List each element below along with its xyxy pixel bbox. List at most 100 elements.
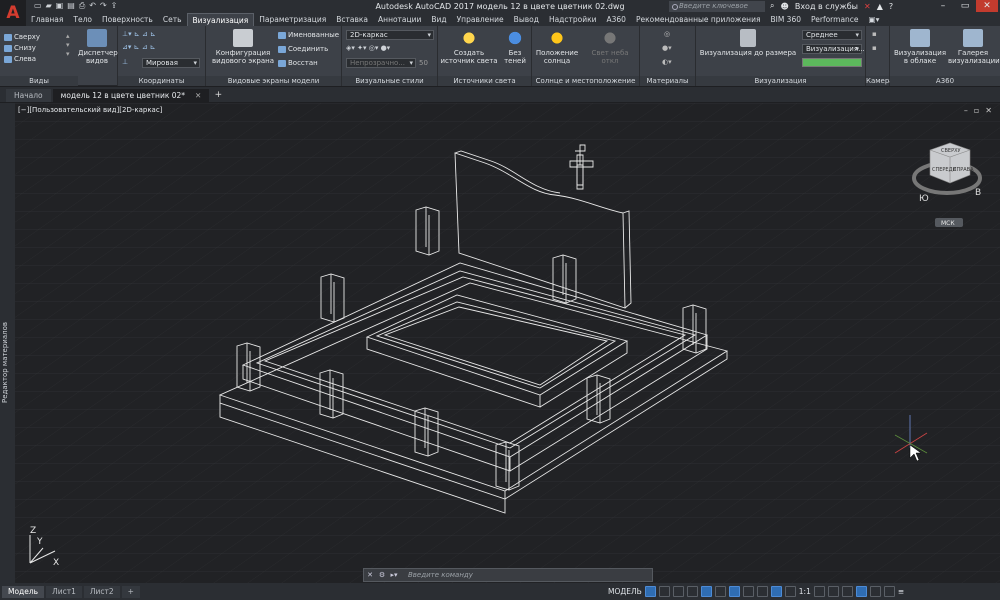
new-tab-button[interactable]: + [211, 89, 225, 102]
annotation-visibility-icon[interactable] [770, 586, 782, 597]
view-top[interactable]: Сверху [4, 33, 40, 42]
hardware-accel-icon[interactable] [869, 586, 881, 597]
workspace-switch-icon[interactable] [813, 586, 825, 597]
tab-addins[interactable]: Надстройки [544, 13, 602, 26]
snap-toggle-icon[interactable] [658, 586, 670, 597]
command-input[interactable]: Введите команду [408, 571, 473, 579]
ribbon-toggle-icon[interactable]: ▣▾ [864, 13, 885, 26]
ucs-dropdown[interactable]: Мировая [142, 58, 200, 68]
osnap-tracking-icon[interactable] [714, 586, 726, 597]
named-viewports-button[interactable]: Именованные [278, 31, 339, 40]
ucs-icons-row2[interactable]: ⊿▾ ⊾ ⊿ ⊾ [122, 43, 156, 52]
add-layout-button[interactable]: + [121, 585, 140, 598]
materials-map-icon[interactable]: ◐▾ [662, 58, 672, 67]
search-input[interactable]: Введите ключевое слово/фразу [669, 1, 765, 21]
tab-performance[interactable]: Performance [806, 13, 864, 26]
sky-off-button[interactable]: Свет неба откл [582, 29, 638, 65]
tab-annotate[interactable]: Аннотации [373, 13, 426, 26]
tab-insert[interactable]: Вставка [331, 13, 373, 26]
polar-toggle-icon[interactable] [686, 586, 698, 597]
render-gallery-button[interactable]: Галерея визуализации [948, 29, 1000, 65]
render-cloud-button[interactable]: Визуализация в облаке [894, 29, 946, 65]
camera-icon[interactable]: ▪ [872, 30, 877, 39]
viewport-controls-label[interactable]: [−][Пользовательский вид][2D-каркас] [18, 106, 162, 114]
cmd-settings-icon[interactable]: ⚙ [376, 571, 388, 579]
viewport-restore-icon[interactable]: ▫ [974, 106, 979, 115]
tab-current-drawing[interactable]: модель 12 в цвете цветник 02* ✕ [52, 89, 210, 102]
layout-tab-sheet1[interactable]: Лист1 [46, 585, 82, 598]
help-button[interactable]: ? [889, 2, 893, 11]
cmd-prompt-icon[interactable]: ▸▾ [388, 571, 400, 579]
view-bottom[interactable]: Снизу [4, 44, 36, 53]
tab-solid[interactable]: Тело [68, 13, 97, 26]
transparency-dropdown[interactable]: Непрозрачно... [346, 58, 416, 68]
render-to-size-button[interactable]: Визуализация до размера [698, 29, 798, 57]
tab-visualize[interactable]: Визуализация [186, 13, 255, 26]
tab-start[interactable]: Начало [6, 89, 51, 102]
tab-surface[interactable]: Поверхность [97, 13, 158, 26]
tab-a360[interactable]: A360 [601, 13, 630, 26]
autocad-logo-icon[interactable]: A [0, 0, 26, 26]
add-icon[interactable] [827, 586, 839, 597]
user-icon[interactable]: ☻ [780, 2, 788, 11]
render-progress-bar[interactable] [802, 58, 862, 67]
render-quality-dropdown[interactable]: Среднее [802, 30, 862, 40]
viewport-close-icon[interactable]: ✕ [985, 106, 992, 115]
exchange-icon[interactable]: ✕ [864, 2, 871, 11]
osnap-toggle-icon[interactable] [728, 586, 740, 597]
materials-browser-icon[interactable]: ◎ [664, 30, 670, 39]
model-space-button[interactable]: МОДЕЛЬ [608, 587, 642, 596]
compass-east[interactable]: В [975, 188, 981, 198]
sun-position-button[interactable]: Положение солнца [534, 29, 580, 65]
layout-tab-model[interactable]: Модель [2, 585, 45, 598]
tab-featured-apps[interactable]: Рекомендованные приложения [631, 13, 766, 26]
binoculars-icon[interactable]: ⌕ [770, 1, 774, 11]
viewport-config-button[interactable]: Конфигурация видового экрана [210, 29, 276, 65]
cmd-close-icon[interactable]: ✕ [364, 571, 376, 579]
grid-toggle-icon[interactable] [644, 586, 656, 597]
view-manager-button[interactable]: Диспетчер видов [78, 29, 118, 65]
drawing-canvas[interactable]: Y X Z СВЕРХУ СПЕРЕДИ СПРАВА Ю В МСК [−][… [15, 103, 1000, 583]
views-scroll-icon[interactable]: ▴ ▾ ▾ [66, 32, 70, 59]
lineweight-toggle-icon[interactable] [742, 586, 754, 597]
units-icon[interactable] [841, 586, 853, 597]
customize-icon[interactable]: ≡ [898, 587, 904, 596]
ortho-toggle-icon[interactable] [672, 586, 684, 597]
materials-editor-tab[interactable]: Редактор материалов [1, 322, 9, 403]
no-shadows-button[interactable]: Без теней [500, 29, 530, 65]
close-button[interactable]: ✕ [976, 0, 998, 12]
create-light-button[interactable]: Создать источник света [440, 29, 498, 65]
ucs-icons-row1[interactable]: ⊥▾ ⊾ ⊿ ⊾ [122, 30, 156, 39]
tab-mesh[interactable]: Сеть [158, 13, 187, 26]
annotation-scale[interactable]: 1:1 [799, 587, 811, 596]
transparency-toggle-icon[interactable] [756, 586, 768, 597]
join-viewports-button[interactable]: Соединить [278, 45, 328, 54]
camera-create-icon[interactable]: ▪ [872, 44, 877, 53]
tab-output[interactable]: Вывод [509, 13, 544, 26]
render-preset-dropdown[interactable]: Визуализация... [802, 44, 865, 54]
auto-scale-icon[interactable] [784, 586, 796, 597]
stay-connected-icon[interactable]: ▲ [877, 2, 883, 11]
tab-view[interactable]: Вид [426, 13, 451, 26]
model-drawing[interactable]: Y X Z СВЕРХУ СПЕРЕДИ СПРАВА Ю В МСК [15, 103, 1000, 583]
materials-sphere-icon[interactable]: ●▾ [662, 44, 672, 53]
ucs-icon-small[interactable]: ⊥ [122, 58, 128, 67]
close-tab-icon[interactable]: ✕ [195, 91, 201, 100]
clean-screen-icon[interactable] [883, 586, 895, 597]
maximize-button[interactable]: ▭ [954, 0, 976, 12]
signin-button[interactable]: Вход в службы [795, 2, 858, 11]
tab-parametric[interactable]: Параметризация [254, 13, 331, 26]
restore-viewports-button[interactable]: Восстан [278, 59, 318, 68]
visual-style-tools[interactable]: ◈▾ ✦▾ ◎▾ ●▾ [346, 44, 390, 53]
visual-style-dropdown[interactable]: 2D-каркас [346, 30, 434, 40]
tab-manage[interactable]: Управление [452, 13, 509, 26]
minimize-button[interactable]: – [932, 0, 954, 12]
tab-bim360[interactable]: BIM 360 [765, 13, 806, 26]
compass-south[interactable]: Ю [919, 194, 929, 204]
transparency-value[interactable]: 50 [419, 59, 428, 68]
view-left[interactable]: Слева [4, 55, 36, 64]
isodraft-toggle-icon[interactable] [700, 586, 712, 597]
layout-tab-sheet2[interactable]: Лист2 [83, 585, 120, 598]
isolate-objects-icon[interactable] [855, 586, 867, 597]
tab-home[interactable]: Главная [26, 13, 68, 26]
